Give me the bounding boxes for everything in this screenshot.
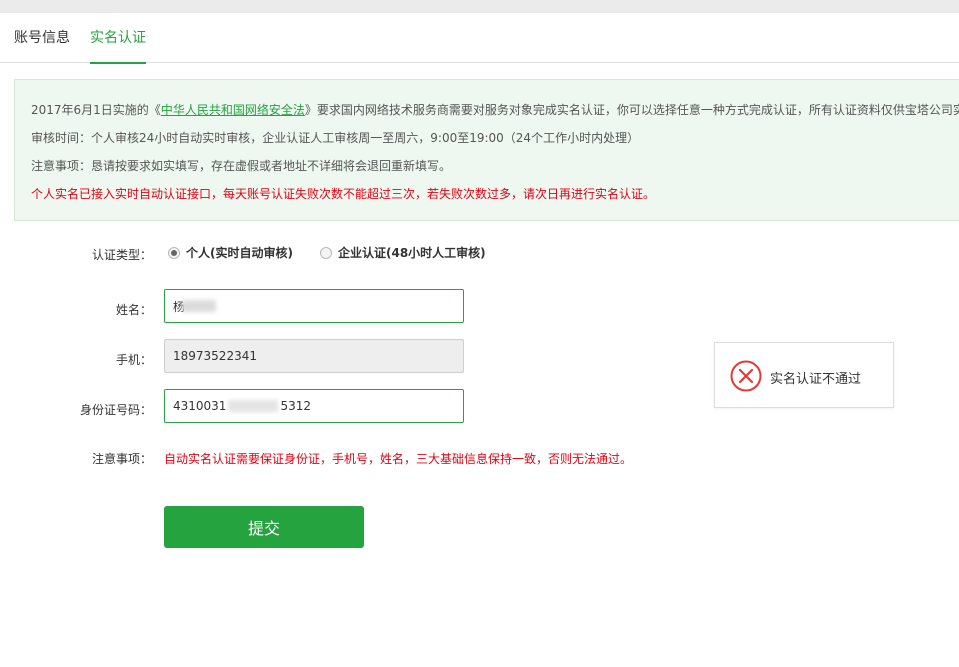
id-label: 身份证号码： <box>79 403 152 417</box>
radio-personal-label: 个人(实时自动审核) <box>186 246 293 260</box>
notice-line-1-prefix: 2017年6月1日实施的《 <box>31 103 161 117</box>
radio-enterprise-label: 企业认证(48小时人工审核) <box>338 246 486 260</box>
notice-line-1-suffix: 》要求国内网络技术服务商需要对服务对象完成实名认证，你可以选择任意一种方式完成认… <box>304 103 959 117</box>
id-value-suffix: 5312 <box>280 399 311 413</box>
toast-message: 实名认证不通过 <box>770 372 862 387</box>
note-label: 注意事项： <box>91 452 152 466</box>
name-label: 姓名： <box>115 303 152 317</box>
error-x-icon <box>730 360 762 392</box>
submit-button[interactable]: 提交 <box>164 506 364 548</box>
tab-bar: 账号信息 实名认证 <box>0 13 959 64</box>
law-link[interactable]: 中华人民共和国网络安全法 <box>161 103 305 117</box>
notice-line-2: 审核时间：个人审核24小时自动实时审核，企业认证人工审核周一至周六，9:00至1… <box>31 131 640 145</box>
radio-enterprise[interactable]: 企业认证(48小时人工审核) <box>320 244 486 261</box>
note-text: 自动实名认证需要保证身份证，手机号，姓名，三大基础信息保持一致，否则无法通过。 <box>164 452 633 466</box>
radio-circle-icon <box>168 246 180 259</box>
type-label: 认证类型： <box>91 248 152 262</box>
error-toast: 实名认证不通过 <box>714 342 894 408</box>
notice-panel: 2017年6月1日实施的《中华人民共和国网络安全法》要求国内网络技术服务商需要对… <box>14 79 959 221</box>
notice-line-3: 注意事项：恳请按要求如实填写，存在虚假或者地址不详细将会退回重新填写。 <box>31 159 452 173</box>
top-bar <box>0 0 959 13</box>
notice-line-1: 2017年6月1日实施的《中华人民共和国网络安全法》要求国内网络技术服务商需要对… <box>31 101 959 118</box>
radio-personal[interactable]: 个人(实时自动审核) <box>168 244 293 261</box>
id-number-input[interactable]: 4310031 5312 <box>164 389 464 423</box>
phone-input[interactable] <box>164 339 464 373</box>
phone-label: 手机： <box>115 353 152 367</box>
id-value-prefix: 4310031 <box>173 399 227 413</box>
redaction-blur <box>182 300 216 312</box>
tab-real-name-verification[interactable]: 实名认证 <box>90 13 146 64</box>
redaction-blur <box>228 400 279 412</box>
notice-line-4: 个人实名已接入实时自动认证接口，每天账号认证失败次数不能超过三次，若失败次数过多… <box>31 187 656 201</box>
radio-circle-icon <box>320 246 332 259</box>
tab-account-info[interactable]: 账号信息 <box>14 13 70 63</box>
